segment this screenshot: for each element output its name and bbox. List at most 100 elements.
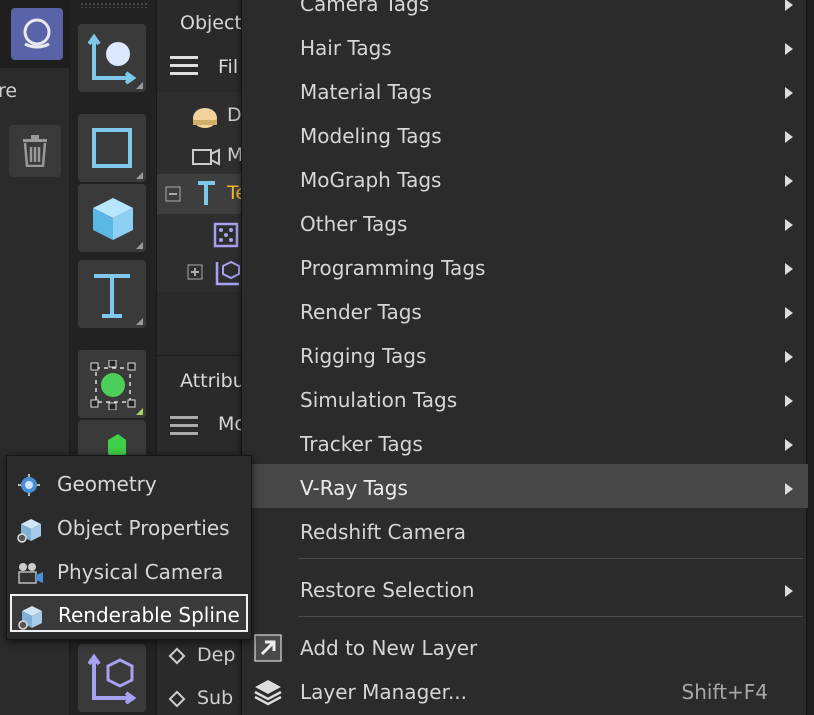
menu-item-camera-tags[interactable]: Camera Tags	[242, 0, 808, 26]
submenu-item-label: Physical Camera	[57, 560, 224, 584]
collapse-minus-icon[interactable]	[165, 186, 181, 202]
menu-item-label: Render Tags	[300, 300, 422, 324]
cube-tool[interactable]	[78, 184, 146, 252]
axis-cube-small-icon	[215, 260, 240, 286]
submenu-item-object-properties[interactable]: Object Properties	[7, 506, 251, 550]
text-object-icon	[198, 181, 215, 205]
tree-row[interactable]	[157, 252, 247, 292]
green-object-tool[interactable]	[78, 420, 146, 460]
submenu-arrow-icon	[785, 395, 793, 407]
tags-context-menu: Camera Tags Hair Tags Material Tags Mode…	[241, 0, 808, 715]
null-object-tool[interactable]	[78, 24, 146, 92]
submenu-arrow-icon	[785, 439, 793, 451]
attributes-title: Attribu	[180, 370, 245, 392]
object-manager-title: Object	[180, 12, 242, 34]
tree-row-selected[interactable]: Te	[157, 174, 247, 214]
menu-item-redshift-camera[interactable]: Redshift Camera	[242, 510, 808, 554]
menu-item-restore-selection[interactable]: Restore Selection	[242, 568, 808, 612]
submenu-item-label: Geometry	[57, 472, 157, 496]
menu-item-label: Rigging Tags	[300, 344, 427, 368]
menu-item-label: Restore Selection	[300, 578, 475, 602]
submenu-arrow-icon	[785, 87, 793, 99]
object-properties-icon	[17, 519, 41, 543]
submenu-item-physical-camera[interactable]: Physical Camera	[7, 550, 251, 594]
submenu-arrow-icon	[785, 351, 793, 363]
shortcut-label: Shift+F4	[681, 680, 768, 704]
submenu-arrow-icon	[785, 307, 793, 319]
menu-item-mograph-tags[interactable]: MoGraph Tags	[242, 158, 808, 202]
axis-cube-icon	[88, 654, 137, 704]
app-logo-icon[interactable]	[11, 8, 63, 60]
menu-separator	[298, 616, 803, 617]
selection-tool[interactable]	[78, 350, 146, 418]
submenu-item-label: Renderable Spline	[58, 603, 240, 627]
axis-null-icon	[88, 34, 137, 84]
rectangle-spline-tool[interactable]	[78, 114, 146, 182]
menu-item-modeling-tags[interactable]: Modeling Tags	[242, 114, 808, 158]
tree-row[interactable]: D	[157, 96, 247, 136]
tree-row[interactable]: M	[157, 136, 247, 176]
menu-item-label: Add to New Layer	[300, 636, 478, 660]
menu-item-layer-manager[interactable]: Layer Manager... Shift+F4	[242, 670, 808, 714]
menu-separator	[298, 558, 803, 559]
add-layer-arrow-icon	[254, 634, 282, 662]
selection-circle-icon	[90, 360, 136, 410]
menu-item-label: Hair Tags	[300, 36, 392, 60]
right-edge-scrollbar[interactable]	[808, 0, 814, 715]
submenu-arrow-icon	[785, 43, 793, 55]
menu-item-label: Material Tags	[300, 80, 432, 104]
menu-item-hair-tags[interactable]: Hair Tags	[242, 26, 808, 70]
attribute-row[interactable]: Sub	[168, 687, 234, 709]
submenu-item-renderable-spline[interactable]: Renderable Spline	[10, 594, 248, 632]
attribute-row-label: Dep	[197, 644, 236, 666]
trash-icon[interactable]	[9, 125, 61, 177]
menu-item-label: Layer Manager...	[300, 680, 468, 704]
menu-item-add-to-new-layer[interactable]: Add to New Layer	[242, 626, 808, 670]
tree-row[interactable]	[157, 214, 247, 254]
menu-item-simulation-tags[interactable]: Simulation Tags	[242, 378, 808, 422]
attributes-hamburger-icon[interactable]	[170, 416, 198, 436]
menu-item-tracker-tags[interactable]: Tracker Tags	[242, 422, 808, 466]
palette-grip[interactable]	[80, 2, 148, 8]
menu-item-label: Simulation Tags	[300, 388, 458, 412]
menu-item-label: Tracker Tags	[300, 432, 423, 456]
menu-item-label: Modeling Tags	[300, 124, 442, 148]
text-tool[interactable]	[78, 260, 146, 328]
hamburger-menu-icon[interactable]	[170, 56, 198, 76]
menu-item-label: Programming Tags	[300, 256, 486, 280]
menu-item-label: MoGraph Tags	[300, 168, 442, 192]
submenu-arrow-icon	[785, 131, 793, 143]
keyframe-diamond-icon[interactable]	[168, 647, 186, 664]
dome-light-icon	[193, 108, 217, 128]
menu-item-label: Redshift Camera	[300, 520, 467, 544]
submenu-arrow-icon	[785, 585, 793, 597]
instance-tool[interactable]	[78, 644, 146, 712]
menu-item-other-tags[interactable]: Other Tags	[242, 202, 808, 246]
layers-icon	[254, 680, 282, 706]
menu-item-label: V-Ray Tags	[300, 476, 408, 500]
submenu-arrow-icon	[785, 0, 793, 11]
menu-item-rigging-tags[interactable]: Rigging Tags	[242, 334, 808, 378]
menu-item-vray-tags[interactable]: V-Ray Tags	[242, 464, 808, 508]
keyframe-diamond-icon[interactable]	[168, 690, 186, 707]
menu-item-material-tags[interactable]: Material Tags	[242, 70, 808, 114]
submenu-arrow-icon	[785, 263, 793, 275]
cube-icon	[93, 198, 133, 240]
menu-item-programming-tags[interactable]: Programming Tags	[242, 246, 808, 290]
submenu-item-label: Object Properties	[57, 516, 230, 540]
renderable-spline-icon	[18, 606, 42, 630]
submenu-arrow-icon	[785, 219, 793, 231]
expand-plus-icon[interactable]	[187, 264, 203, 280]
camera-icon	[192, 148, 220, 166]
vray-tags-submenu: Geometry Object Properties Physical Came…	[6, 455, 252, 640]
submenu-arrow-icon	[785, 175, 793, 187]
attribute-row-label: Sub	[197, 687, 234, 709]
left-panel-partial-label: re	[0, 80, 18, 102]
geometry-icon	[18, 474, 40, 496]
attribute-row[interactable]: Dep	[168, 644, 236, 666]
square-spline-icon	[92, 128, 132, 168]
object-manager-file-menu[interactable]: Fil	[218, 56, 238, 78]
object-tree: D M Te	[157, 92, 247, 292]
submenu-item-geometry[interactable]: Geometry	[7, 462, 251, 506]
menu-item-render-tags[interactable]: Render Tags	[242, 290, 808, 334]
